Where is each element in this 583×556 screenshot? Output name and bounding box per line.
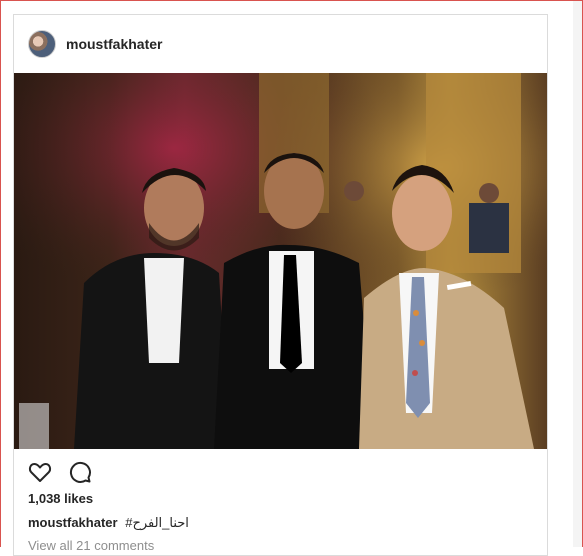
- post-card: moustfakhater 1,038 likes moustfakhater …: [13, 14, 548, 556]
- caption-hashtag[interactable]: #احنا_الفرح: [125, 515, 189, 530]
- scrollbar[interactable]: [573, 1, 582, 547]
- post-photo[interactable]: [14, 73, 547, 449]
- avatar[interactable]: [28, 30, 56, 58]
- caption-username[interactable]: moustfakhater: [28, 515, 118, 530]
- comment-icon[interactable]: [67, 459, 93, 485]
- heart-icon[interactable]: [27, 459, 53, 485]
- post-actions: [27, 459, 93, 485]
- post-header: moustfakhater: [14, 15, 547, 73]
- post-caption: moustfakhater #احنا_الفرح: [28, 515, 189, 531]
- photo-illustration: [14, 73, 547, 449]
- view-comments-link[interactable]: View all 21 comments: [28, 538, 154, 553]
- post-username[interactable]: moustfakhater: [66, 36, 162, 52]
- like-count[interactable]: 1,038 likes: [28, 491, 93, 506]
